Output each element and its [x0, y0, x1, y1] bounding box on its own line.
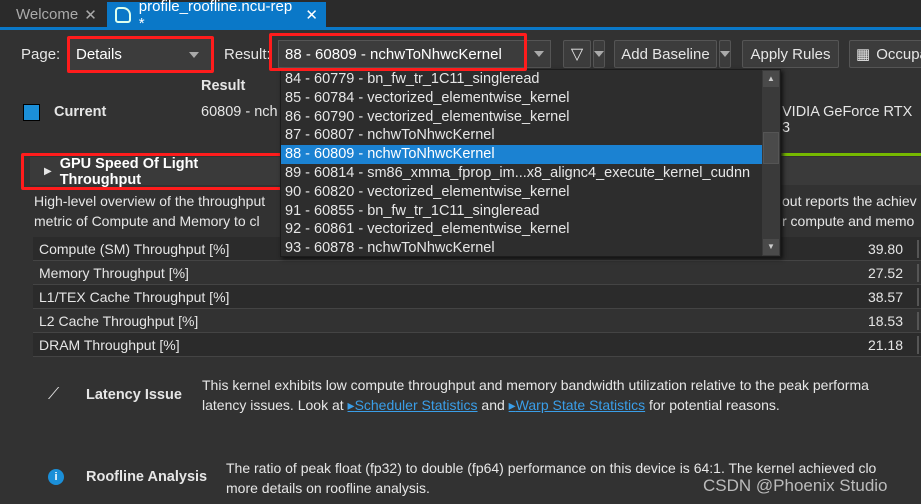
- current-label: Current: [54, 104, 107, 120]
- section-description: metric of Compute and Memory to cl: [34, 213, 260, 229]
- result-option[interactable]: 85 - 60784 - vectorized_elementwise_kern…: [281, 89, 763, 108]
- section-title: GPU Speed Of Light Throughput: [59, 155, 199, 188]
- chevron-down-icon: [534, 51, 544, 57]
- result-option[interactable]: 90 - 60820 - vectorized_elementwise_kern…: [281, 183, 763, 202]
- caret-right-icon: ▶: [44, 166, 52, 177]
- chevron-down-icon: [720, 51, 730, 57]
- roofline-text: The ratio of peak float (fp32) to double…: [226, 460, 877, 476]
- metric-value: 18.53: [867, 312, 903, 329]
- column-divider: [917, 336, 919, 354]
- scroll-down-arrow[interactable]: ▼: [763, 239, 779, 255]
- apply-rules-button[interactable]: Apply Rules: [742, 40, 839, 68]
- page-label: Page:: [21, 46, 61, 63]
- metric-value: 38.57: [867, 288, 903, 305]
- result-option[interactable]: 93 - 60878 - nchwToNhwcKernel: [281, 239, 763, 258]
- metric-name: Memory Throughput [%]: [39, 264, 189, 281]
- result-option[interactable]: 89 - 60814 - sm86_xmma_fprop_im...x8_ali…: [281, 164, 763, 183]
- metric-value: 27.52: [867, 264, 903, 281]
- table-row: L1/TEX Cache Throughput [%] 38.57: [33, 285, 921, 309]
- filter-icon: ▽: [570, 46, 584, 63]
- watermark: CSDN @Phoenix Studio: [703, 476, 888, 495]
- link-text: Scheduler Statistics: [354, 397, 478, 413]
- info-icon: i: [48, 469, 64, 485]
- chevron-down-icon: [189, 51, 199, 58]
- result-option[interactable]: 87 - 60807 - nchwToNhwcKernel: [281, 126, 763, 145]
- result-option[interactable]: 86 - 60790 - vectorized_elementwise_kern…: [281, 108, 763, 127]
- scrollbar-thumb[interactable]: [763, 132, 779, 164]
- device-name: VIDIA GeForce RTX 3: [782, 104, 913, 136]
- section-description: High-level overview of the throughput: [34, 193, 266, 209]
- result-option[interactable]: 91 - 60855 - bn_fw_tr_1C11_singleread: [281, 202, 763, 221]
- table-row: L2 Cache Throughput [%] 18.53: [33, 309, 921, 333]
- text: for potential reasons.: [645, 397, 780, 413]
- metric-name: Compute (SM) Throughput [%]: [39, 240, 230, 257]
- page-select[interactable]: Details: [67, 36, 214, 73]
- text: and: [477, 397, 509, 413]
- current-color-swatch: [23, 104, 40, 121]
- result-label: Result:: [224, 46, 271, 63]
- metric-value: 39.80: [867, 240, 903, 257]
- column-divider: [917, 264, 919, 282]
- metric-name: L2 Cache Throughput [%]: [39, 312, 199, 329]
- table-row: Memory Throughput [%] 27.52: [33, 261, 921, 285]
- tab-profile-report[interactable]: profile_roofline.ncu-rep * ✕: [107, 0, 326, 32]
- baseline-dropdown[interactable]: [719, 40, 731, 68]
- occupancy-label: Occupa: [876, 45, 921, 63]
- result-option[interactable]: 92 - 60861 - vectorized_elementwise_kern…: [281, 220, 763, 239]
- occupancy-button[interactable]: ▦ Occupa: [849, 40, 921, 68]
- result-header: Result: [201, 78, 246, 94]
- section-description: out reports the achiev: [782, 193, 917, 209]
- tab-label: profile_roofline.ncu-rep *: [138, 0, 293, 32]
- metric-name: DRAM Throughput [%]: [39, 336, 180, 353]
- section-toggle[interactable]: ▶ GPU Speed Of Light Throughput: [21, 153, 286, 190]
- calculator-icon: ▦: [856, 46, 871, 63]
- column-divider: [917, 312, 919, 330]
- result-dropdown-list[interactable]: 84 - 60779 - bn_fw_tr_1C11_singleread 85 …: [280, 69, 781, 257]
- chevron-down-icon: [594, 51, 604, 57]
- current-result: 60809 - nch: [201, 104, 278, 120]
- text: latency issues. Look at: [202, 397, 348, 413]
- report-file-icon: [115, 6, 131, 23]
- scrollbar[interactable]: ▲ ▼: [762, 70, 780, 256]
- close-icon[interactable]: ✕: [84, 6, 97, 24]
- result-option[interactable]: 88 - 60809 - nchwToNhwcKernel: [281, 145, 763, 164]
- roofline-text: more details on roofline analysis.: [226, 480, 430, 496]
- section-description: r compute and memo: [782, 213, 915, 229]
- page-value: Details: [76, 46, 122, 63]
- chart-line-icon: ⟋: [48, 386, 60, 403]
- close-icon[interactable]: ✕: [305, 6, 318, 24]
- link-text: Warp State Statistics: [515, 397, 646, 413]
- filter-dropdown[interactable]: [593, 40, 605, 68]
- latency-title: Latency Issue: [86, 387, 182, 403]
- scheduler-statistics-link[interactable]: ▸Scheduler Statistics: [348, 397, 478, 413]
- result-option[interactable]: 84 - 60779 - bn_fw_tr_1C11_singleread: [281, 70, 763, 89]
- filter-button[interactable]: ▽: [563, 40, 591, 68]
- latency-text-2: latency issues. Look at ▸Scheduler Stati…: [202, 395, 780, 415]
- result-highlight: [269, 33, 527, 71]
- warp-state-statistics-link[interactable]: ▸Warp State Statistics: [509, 397, 645, 413]
- tab-label: Welcome: [16, 6, 79, 23]
- column-divider: [917, 240, 919, 258]
- metric-value: 21.18: [867, 336, 903, 353]
- column-divider: [917, 288, 919, 306]
- scroll-up-arrow[interactable]: ▲: [763, 71, 779, 87]
- table-row: DRAM Throughput [%] 21.18: [33, 333, 921, 357]
- tab-welcome[interactable]: Welcome ✕: [8, 2, 105, 27]
- latency-text: This kernel exhibits low compute through…: [202, 377, 869, 393]
- metric-name: L1/TEX Cache Throughput [%]: [39, 288, 230, 305]
- roofline-title: Roofline Analysis: [86, 469, 208, 485]
- add-baseline-button[interactable]: Add Baseline: [614, 40, 717, 68]
